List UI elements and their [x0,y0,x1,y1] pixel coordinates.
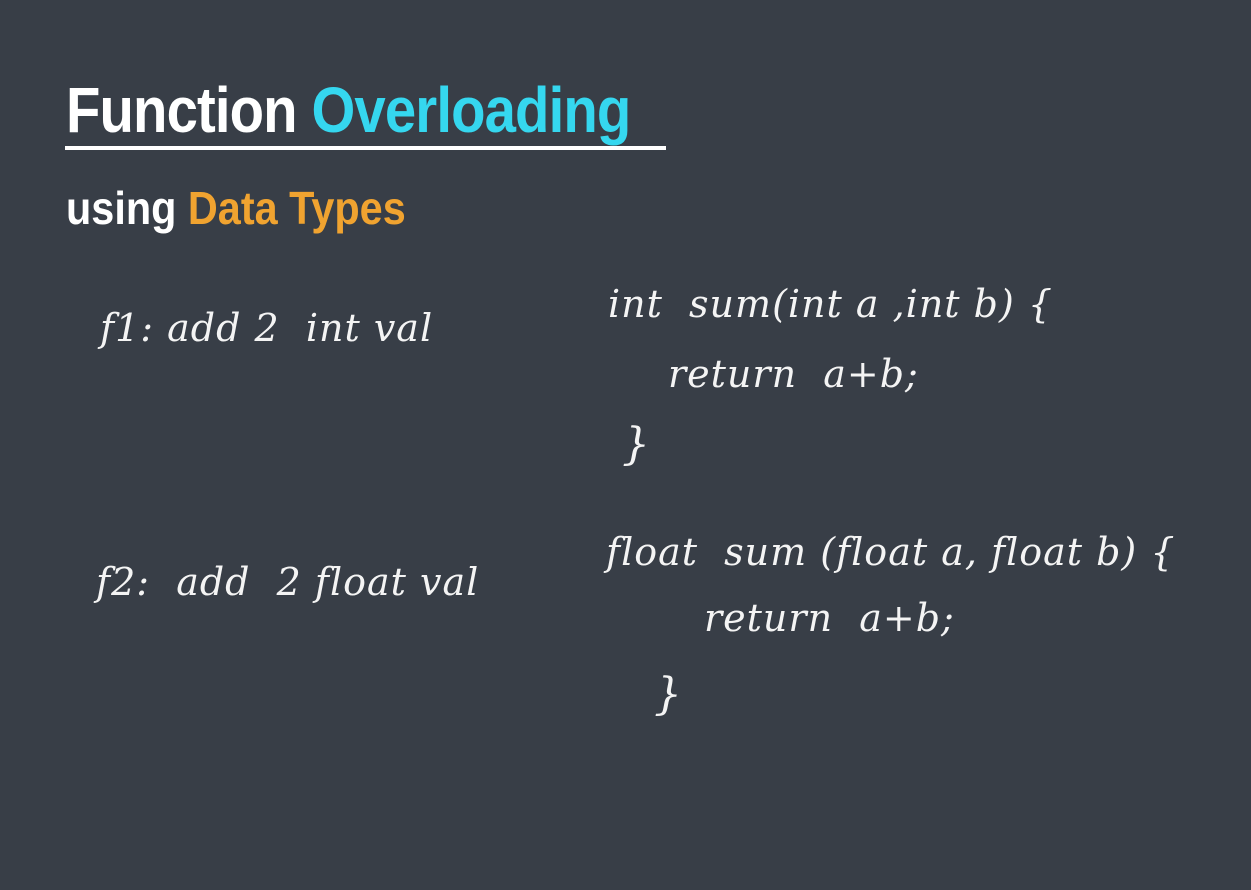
title-underline [65,146,666,150]
f2-body: return a+b; [704,596,955,640]
f1-closing-brace: } [622,419,650,470]
f1-label: f1: add 2 int val [100,306,434,350]
f1-body: return a+b; [668,352,919,396]
f2-signature: float sum (float a, float b) { [606,530,1176,574]
f2-closing-brace: } [654,669,682,720]
title-word-function: Function [66,74,298,146]
subtitle-word-using: using [66,182,177,234]
page-subtitle: using Data Types [66,180,406,236]
subtitle-data-types: Data Types [187,182,406,234]
page-title: Function Overloading [66,72,631,148]
f1-signature: int sum(int a ,int b) { [608,282,1054,326]
title-word-overloading: Overloading [311,74,631,146]
f2-label: f2: add 2 float val [96,560,480,604]
